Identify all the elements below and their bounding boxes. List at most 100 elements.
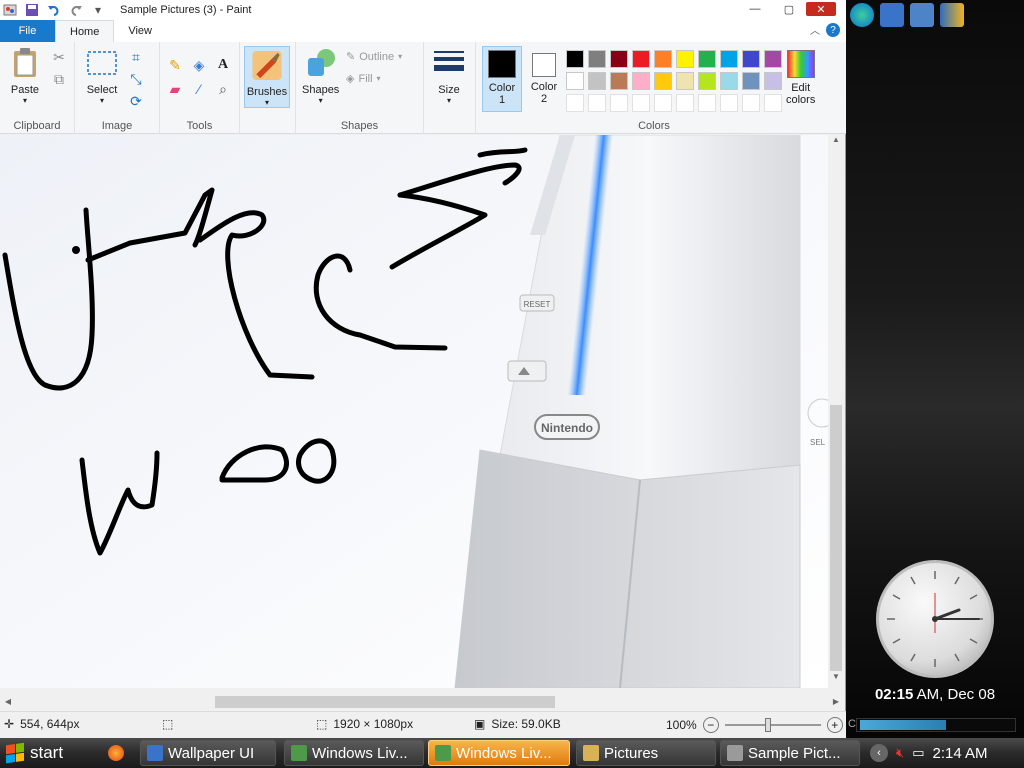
color2-button[interactable]: Color 2 [526, 46, 562, 112]
zoom-in-button[interactable]: + [826, 717, 843, 733]
scroll-up-icon[interactable]: ▲ [828, 135, 844, 151]
palette-swatch[interactable] [654, 50, 672, 68]
customize-qat-icon[interactable]: ▾ [90, 2, 106, 18]
show-hidden-icons-icon[interactable]: ‹ [870, 744, 888, 762]
palette-swatch[interactable] [566, 72, 584, 90]
vertical-scroll-thumb[interactable] [830, 405, 842, 671]
horizontal-scroll-thumb[interactable] [215, 696, 555, 708]
clock-date-text: 02:15 AM, Dec 08 [846, 686, 1024, 703]
palette-swatch[interactable] [588, 50, 606, 68]
palette-swatch[interactable] [588, 72, 606, 90]
cut-icon[interactable]: ✂ [50, 48, 68, 66]
magnifier-icon[interactable]: ⌕ [214, 80, 232, 98]
taskbar-item-wallpaper-ui[interactable]: Wallpaper UI [140, 740, 276, 766]
edit-colors-button[interactable]: Edit colors [786, 46, 815, 106]
palette-custom-slot[interactable] [654, 94, 672, 112]
tab-home[interactable]: Home [55, 20, 115, 42]
palette-swatch[interactable] [742, 72, 760, 90]
palette-swatch[interactable] [632, 50, 650, 68]
zoom-slider-thumb[interactable] [764, 718, 771, 732]
palette-custom-slot[interactable] [676, 94, 694, 112]
palette-swatch[interactable] [720, 72, 738, 90]
select-dropdown-icon[interactable]: ▾ [100, 96, 104, 105]
palette-swatch[interactable] [632, 72, 650, 90]
rotate-icon[interactable]: ⟳ [127, 92, 145, 110]
palette-swatch[interactable] [610, 50, 628, 68]
collapse-ribbon-icon[interactable]: ︿ [810, 22, 820, 37]
start-label: start [30, 743, 64, 762]
desktop-icon[interactable] [880, 3, 904, 27]
palette-custom-slot[interactable] [632, 94, 650, 112]
color1-button[interactable]: Color 1 [482, 46, 522, 112]
minimize-button[interactable]: — [738, 0, 772, 18]
resize-icon[interactable]: ⤡ [127, 70, 145, 88]
paste-dropdown-icon[interactable]: ▾ [23, 96, 27, 105]
taskbar-item-pictures[interactable]: Pictures [576, 740, 716, 766]
tab-file[interactable]: File [0, 20, 55, 42]
volume-muted-icon[interactable]: 🔇︎ [896, 745, 904, 761]
start-button[interactable]: start [0, 738, 96, 768]
taskbar-item-windows-live-1[interactable]: Windows Liv... [284, 740, 424, 766]
copy-icon[interactable]: ⧉ [50, 70, 68, 88]
help-icon[interactable]: ? [826, 23, 840, 37]
close-button[interactable]: ✕ [806, 2, 836, 16]
shapes-dropdown-icon[interactable]: ▾ [319, 96, 323, 105]
palette-custom-slot[interactable] [610, 94, 628, 112]
palette-custom-slot[interactable] [588, 94, 606, 112]
brushes-button[interactable]: Brushes ▾ [244, 46, 290, 108]
maximize-button[interactable]: ▢ [772, 0, 806, 18]
palette-swatch[interactable] [676, 72, 694, 90]
palette-swatch[interactable] [764, 50, 782, 68]
disk-icon: ▣ [474, 717, 486, 731]
redo-icon[interactable] [68, 2, 84, 18]
shapes-button[interactable]: Shapes ▾ [302, 46, 339, 105]
taskbar-item-sample-pictures[interactable]: Sample Pict... [720, 740, 860, 766]
palette-swatch[interactable] [654, 72, 672, 90]
palette-swatch[interactable] [566, 50, 584, 68]
paint-app-icon[interactable] [2, 2, 18, 18]
crop-icon[interactable]: ⌗ [127, 48, 145, 66]
palette-custom-slot[interactable] [742, 94, 760, 112]
palette-swatch[interactable] [698, 50, 716, 68]
save-icon[interactable] [24, 2, 40, 18]
size-dropdown-icon[interactable]: ▾ [447, 96, 451, 105]
palette-swatch[interactable] [764, 72, 782, 90]
palette-swatch[interactable] [698, 72, 716, 90]
taskbar-item-windows-live-2[interactable]: Windows Liv... [428, 740, 570, 766]
vertical-scrollbar[interactable]: ▲ ▼ [828, 135, 844, 688]
select-button[interactable]: Select ▾ [85, 46, 119, 105]
paste-button[interactable]: Paste ▾ [8, 46, 42, 105]
palette-swatch[interactable] [610, 72, 628, 90]
scroll-right-icon[interactable]: ▶ [828, 694, 844, 710]
zoom-out-button[interactable]: − [702, 717, 719, 733]
zoom-slider[interactable] [724, 718, 821, 732]
pencil-icon[interactable]: ✎ [166, 56, 184, 74]
drawing-canvas[interactable]: RESET Nintendo SEL [0, 135, 828, 688]
network-icon[interactable]: ▭ [912, 745, 924, 761]
firefox-launcher[interactable] [102, 740, 132, 766]
taskbar-clock[interactable]: 2:14 AM [933, 745, 988, 762]
text-icon[interactable]: A [214, 56, 232, 74]
palette-swatch[interactable] [720, 50, 738, 68]
window-switcher-icon[interactable] [910, 3, 934, 27]
horizontal-scrollbar[interactable]: ◀ ▶ [0, 694, 844, 710]
media-icon[interactable] [940, 3, 964, 27]
eraser-icon[interactable]: ▰ [166, 80, 184, 98]
palette-swatch[interactable] [742, 50, 760, 68]
palette-custom-slot[interactable] [698, 94, 716, 112]
palette-custom-slot[interactable] [720, 94, 738, 112]
palette-swatch[interactable] [676, 50, 694, 68]
edge-icon[interactable] [850, 3, 874, 27]
undo-icon[interactable] [46, 2, 62, 18]
palette-custom-slot[interactable] [566, 94, 584, 112]
color-picker-icon[interactable]: ⁄ [190, 80, 208, 98]
palette-custom-slot[interactable] [764, 94, 782, 112]
tab-view[interactable]: View [114, 20, 166, 42]
scroll-down-icon[interactable]: ▼ [828, 672, 844, 688]
fill-button[interactable]: ◈ Fill ▾ [346, 72, 381, 86]
scroll-left-icon[interactable]: ◀ [0, 694, 16, 710]
fill-bucket-icon[interactable]: ◈ [190, 56, 208, 74]
brushes-dropdown-icon[interactable]: ▾ [265, 98, 269, 107]
size-button[interactable]: Size ▾ [432, 46, 466, 105]
outline-button[interactable]: ✎ Outline ▾ [346, 50, 402, 64]
